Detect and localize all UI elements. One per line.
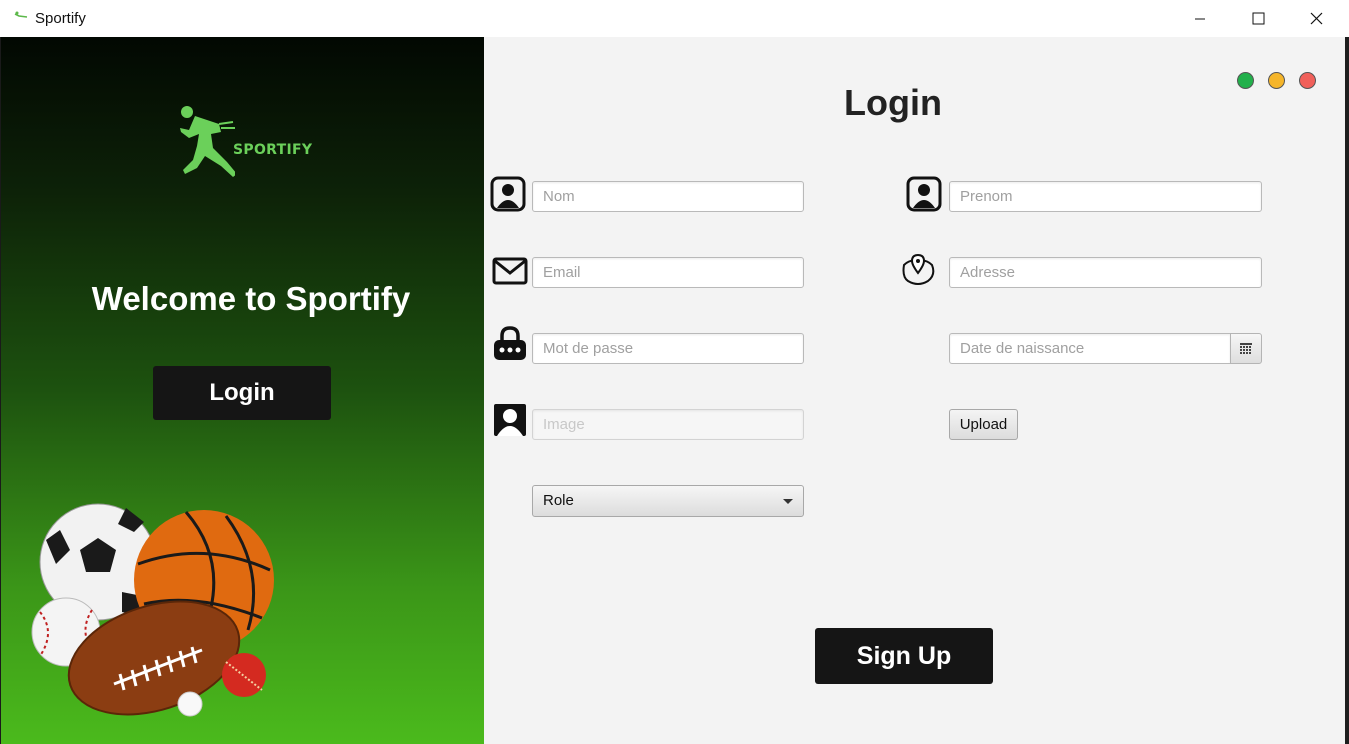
- window-titlebar: Sportify: [0, 0, 1349, 37]
- image-field: Image: [532, 409, 804, 440]
- minimize-icon: [1195, 18, 1205, 19]
- yellow-dot-button[interactable]: [1268, 72, 1285, 89]
- window-border: [1345, 37, 1349, 744]
- user-icon: [906, 176, 942, 212]
- welcome-heading: Welcome to Sportify: [91, 280, 411, 317]
- red-dot-button[interactable]: [1299, 72, 1316, 89]
- app-icon: [14, 11, 28, 18]
- maximize-icon: [1252, 12, 1264, 25]
- envelope-icon: [492, 257, 528, 285]
- password-field[interactable]: Mot de passe: [532, 333, 804, 364]
- role-select[interactable]: Role: [532, 485, 804, 517]
- welcome-panel: SPORTIFY Welcome to Sportify Login: [0, 37, 484, 744]
- sportify-logo: SPORTIFY: [175, 102, 335, 182]
- role-select-value: Role: [543, 492, 574, 509]
- nom-field[interactable]: Nom: [532, 181, 804, 212]
- runner-icon: [180, 106, 237, 177]
- chevron-down-icon: [783, 499, 793, 504]
- user-icon: [490, 176, 526, 212]
- date-picker-button[interactable]: [1230, 333, 1262, 364]
- person-silhouette-icon: [494, 404, 526, 436]
- signup-form-panel: Login Nom Prenom Email Adresse Mot de pa…: [484, 37, 1345, 744]
- form-title: Login: [844, 82, 942, 123]
- window-title: Sportify: [35, 10, 86, 27]
- green-dot-button[interactable]: [1237, 72, 1254, 89]
- calendar-icon: [1240, 343, 1252, 354]
- sports-balls-image: [31, 503, 274, 717]
- email-field[interactable]: Email: [532, 257, 804, 288]
- upload-button[interactable]: Upload: [949, 409, 1018, 440]
- signup-button[interactable]: Sign Up: [815, 628, 993, 684]
- close-icon: [1310, 12, 1322, 25]
- lock-icon: [494, 326, 526, 360]
- close-button[interactable]: [1287, 0, 1345, 37]
- adresse-field[interactable]: Adresse: [949, 257, 1262, 288]
- map-location-icon: [902, 253, 935, 285]
- logo-text: SPORTIFY: [233, 142, 313, 158]
- maximize-button[interactable]: [1229, 0, 1287, 37]
- prenom-field[interactable]: Prenom: [949, 181, 1262, 212]
- birthdate-field[interactable]: Date de naissance: [949, 333, 1231, 364]
- minimize-button[interactable]: [1171, 0, 1229, 37]
- login-button[interactable]: Login: [153, 366, 331, 420]
